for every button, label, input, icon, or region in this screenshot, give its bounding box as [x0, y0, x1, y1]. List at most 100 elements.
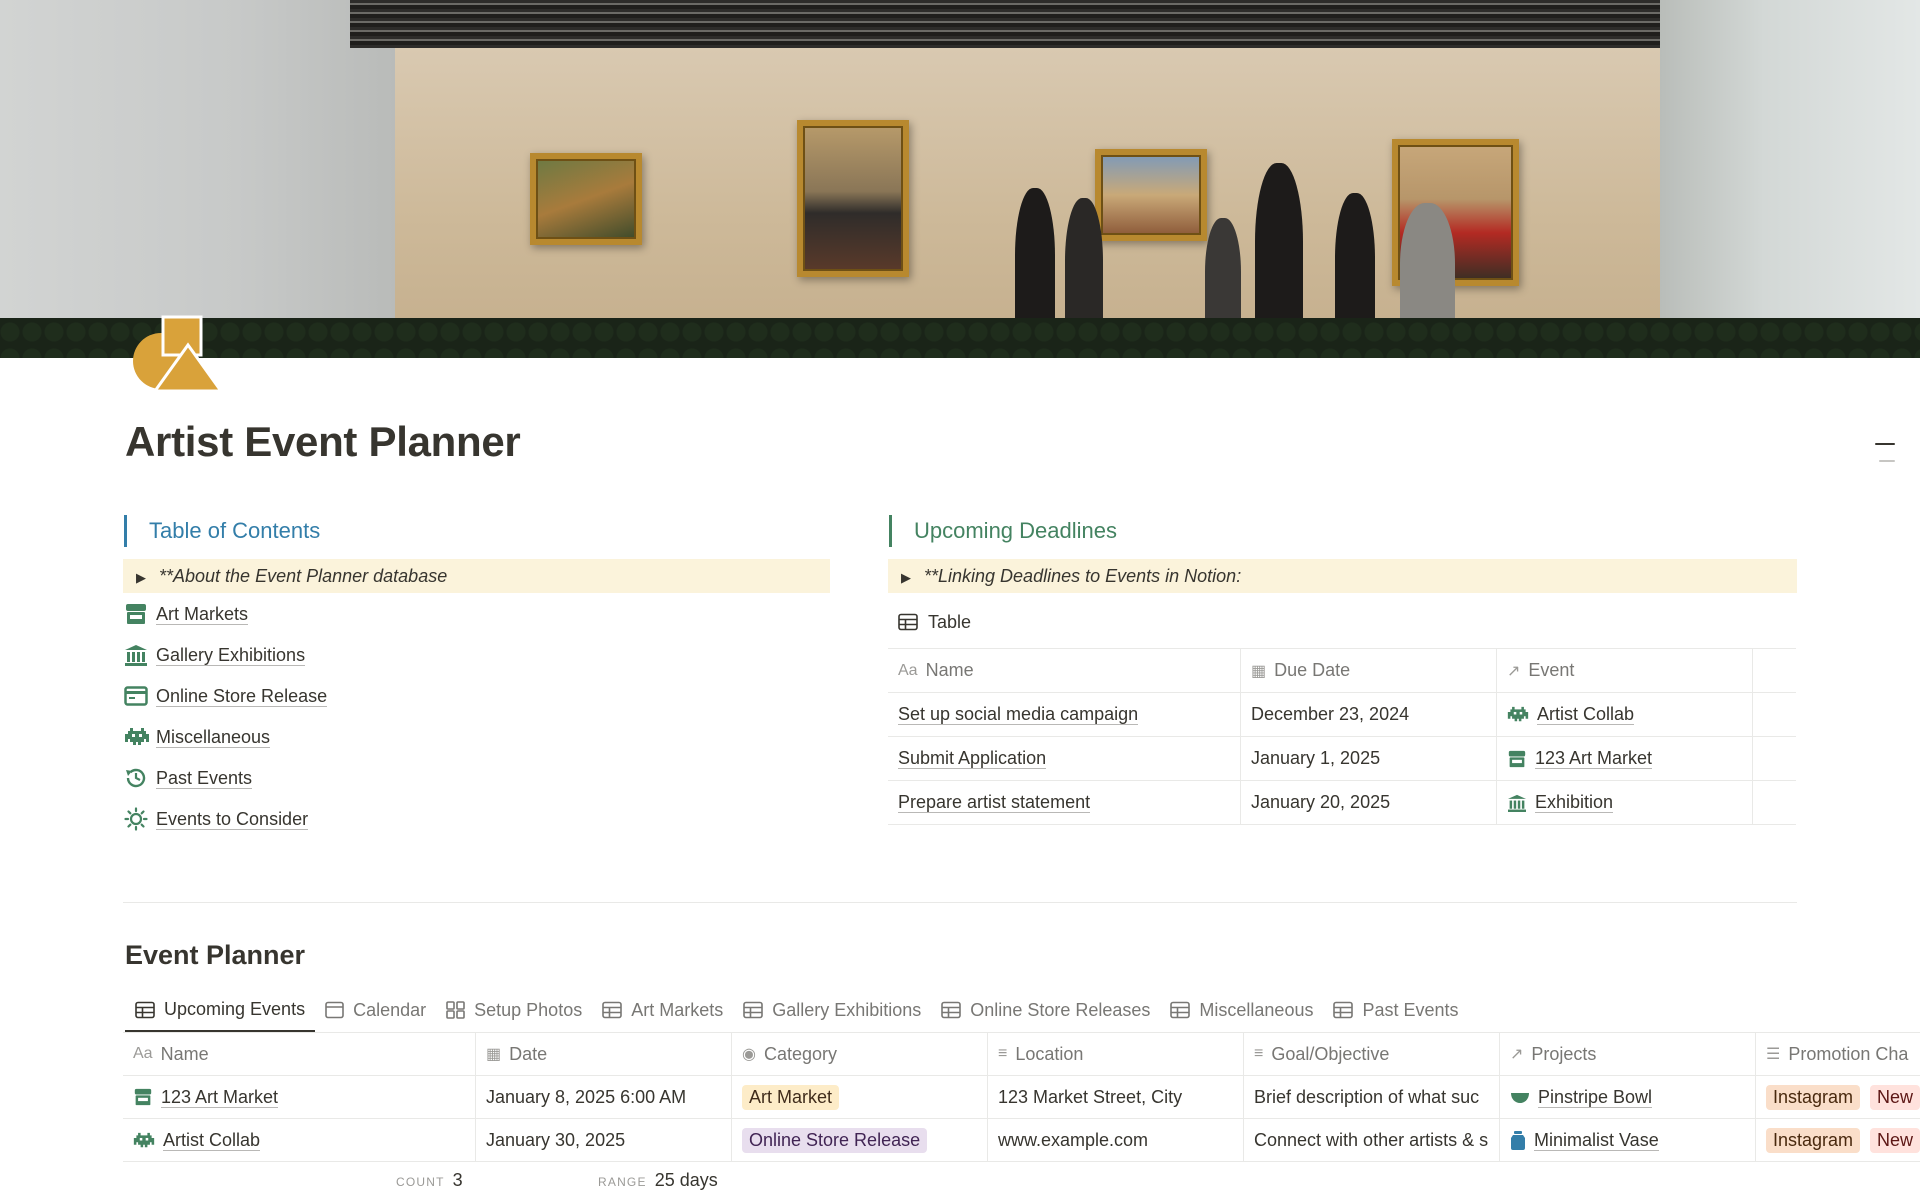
space-invader-icon [124, 727, 156, 747]
tab-setup-photos[interactable]: Setup Photos [436, 989, 592, 1031]
toggle-label: **Linking Deadlines to Events in Notion: [924, 566, 1242, 586]
column-header-name[interactable]: Aa Name [123, 1033, 476, 1075]
count-calculation[interactable]: COUNT 3 [396, 1170, 463, 1191]
tab-past-events[interactable]: Past Events [1323, 989, 1468, 1031]
deadlines-table: Aa Name ▦ Due Date ↗ Event Set up social me… [888, 648, 1796, 825]
text-lines-icon: ≡ [1254, 1045, 1264, 1062]
toc-item-online-store-release[interactable]: Online Store Release [124, 679, 328, 713]
table-icon [1333, 1001, 1354, 1019]
range-calculation[interactable]: RANGE 25 days [598, 1170, 718, 1191]
history-icon [124, 766, 156, 790]
vase-icon [1510, 1130, 1526, 1150]
cover-wall-right [1660, 0, 1920, 358]
column-header-category[interactable]: ◉ Category [732, 1033, 988, 1075]
browser-window-icon [124, 685, 156, 707]
table-header-row: Aa Name ▦ Due Date ↗ Event [888, 648, 1796, 693]
tab-miscellaneous[interactable]: Miscellaneous [1160, 989, 1323, 1031]
outline-toggle-icon[interactable] [1873, 441, 1895, 463]
triangle-right-icon[interactable]: ▶ [888, 561, 924, 595]
deadline-date: January 20, 2025 [1251, 792, 1391, 812]
promo-tag: New [1870, 1084, 1920, 1110]
tab-art-markets[interactable]: Art Markets [592, 989, 733, 1031]
toc-about-toggle[interactable]: ▶ **About the Event Planner database [123, 559, 830, 593]
cover-gallery-wall [395, 48, 1660, 358]
tab-online-store-releases[interactable]: Online Store Releases [931, 989, 1160, 1031]
promo-tag: Instagram [1766, 1084, 1861, 1110]
column-header-goal[interactable]: ≡ Goal/Objective [1244, 1033, 1500, 1075]
museum-icon [1507, 794, 1527, 812]
promo-tag: New [1870, 1127, 1920, 1153]
space-invader-icon [133, 1132, 155, 1149]
cover-hedge [0, 318, 1920, 358]
event-location: 123 Market Street, City [998, 1086, 1183, 1107]
event-link[interactable]: 123 Art Market [1535, 748, 1653, 769]
table-header-row: Aa Name ▦ Date ◉ Category ≡ Location ≡ Goal/O… [123, 1033, 1920, 1076]
column-header-promotion[interactable]: ☰ Promotion Cha [1756, 1033, 1920, 1075]
event-name[interactable]: Artist Collab [163, 1130, 261, 1151]
toc-item-art-markets[interactable]: Art Markets [124, 597, 249, 631]
sun-icon [124, 807, 156, 831]
text-property-icon: Aa [898, 661, 918, 679]
calendar-icon [325, 1001, 344, 1019]
column-header-projects[interactable]: ↗ Projects [1500, 1033, 1756, 1075]
deadlines-view-label: Table [928, 611, 972, 632]
column-header-due-date[interactable]: ▦ Due Date [1241, 649, 1497, 692]
event-link[interactable]: Artist Collab [1537, 704, 1635, 725]
painting-soldier [797, 120, 909, 277]
table-icon [941, 1001, 962, 1019]
view-tabs: Upcoming Events Calendar Setup Photos Ar… [125, 989, 1469, 1033]
calendar-icon: ▦ [1251, 662, 1267, 680]
toc-item-past-events[interactable]: Past Events [124, 761, 253, 795]
tab-calendar[interactable]: Calendar [315, 989, 436, 1031]
table-icon [898, 613, 918, 631]
text-lines-icon: ≡ [998, 1045, 1008, 1062]
cover-ceiling-beam [350, 0, 1670, 48]
event-name[interactable]: 123 Art Market [161, 1087, 279, 1108]
column-header-name[interactable]: Aa Name [888, 649, 1241, 692]
toc-item-miscellaneous[interactable]: Miscellaneous [124, 720, 271, 754]
deadline-name[interactable]: Submit Application [898, 748, 1047, 769]
project-link[interactable]: Pinstripe Bowl [1538, 1087, 1653, 1108]
toc-item-gallery-exhibitions[interactable]: Gallery Exhibitions [124, 638, 306, 672]
column-header-event[interactable]: ↗ Event [1497, 649, 1753, 692]
table-row[interactable]: Artist Collab January 30, 2025 Online St… [123, 1119, 1920, 1162]
table-row[interactable]: 123 Art Market January 8, 2025 6:00 AM A… [123, 1076, 1920, 1119]
project-link[interactable]: Minimalist Vase [1534, 1130, 1659, 1151]
table-row[interactable]: Set up social media campaign December 23… [888, 693, 1796, 737]
table-row[interactable]: Prepare artist statement January 20, 202… [888, 781, 1796, 825]
promo-tag: Instagram [1766, 1127, 1861, 1153]
shapes-icon[interactable] [133, 315, 225, 391]
category-tag: Online Store Release [742, 1127, 928, 1153]
column-header-location[interactable]: ≡ Location [988, 1033, 1244, 1075]
deadline-name[interactable]: Prepare artist statement [898, 792, 1091, 813]
tab-gallery-exhibitions[interactable]: Gallery Exhibitions [733, 989, 931, 1031]
deadline-date: December 23, 2024 [1251, 704, 1410, 724]
deadlines-heading: Upcoming Deadlines [889, 515, 1117, 547]
event-goal: Brief description of what suc [1254, 1086, 1480, 1107]
event-planner-table: Aa Name ▦ Date ◉ Category ≡ Location ≡ Goal/O… [123, 1033, 1920, 1162]
database-title[interactable]: Event Planner [125, 940, 305, 971]
bowl-icon [1510, 1089, 1530, 1105]
text-property-icon: Aa [133, 1045, 153, 1062]
deadlines-view-tab[interactable]: Table [898, 607, 971, 637]
table-icon [135, 1001, 155, 1019]
triangle-right-icon[interactable]: ▶ [123, 561, 159, 595]
deadline-name[interactable]: Set up social media campaign [898, 704, 1139, 725]
tab-upcoming-events[interactable]: Upcoming Events [125, 989, 316, 1033]
cover-image [0, 0, 1920, 358]
event-link[interactable]: Exhibition [1535, 792, 1614, 813]
table-icon [743, 1001, 764, 1019]
storefront-icon [1507, 750, 1527, 768]
table-row[interactable]: Submit Application January 1, 2025 123 A… [888, 737, 1796, 781]
gallery-grid-icon [446, 1001, 465, 1019]
cover-wall-left [0, 0, 395, 358]
category-tag: Art Market [742, 1084, 840, 1110]
deadlines-linking-toggle[interactable]: ▶ **Linking Deadlines to Events in Notion… [888, 559, 1797, 593]
column-header-date[interactable]: ▦ Date [476, 1033, 732, 1075]
painting-landscape [530, 153, 642, 245]
toc-item-events-to-consider[interactable]: Events to Consider [124, 802, 309, 836]
museum-icon [124, 644, 156, 666]
divider [123, 902, 1797, 903]
event-date: January 8, 2025 6:00 AM [486, 1086, 687, 1107]
deadline-date: January 1, 2025 [1251, 748, 1381, 768]
